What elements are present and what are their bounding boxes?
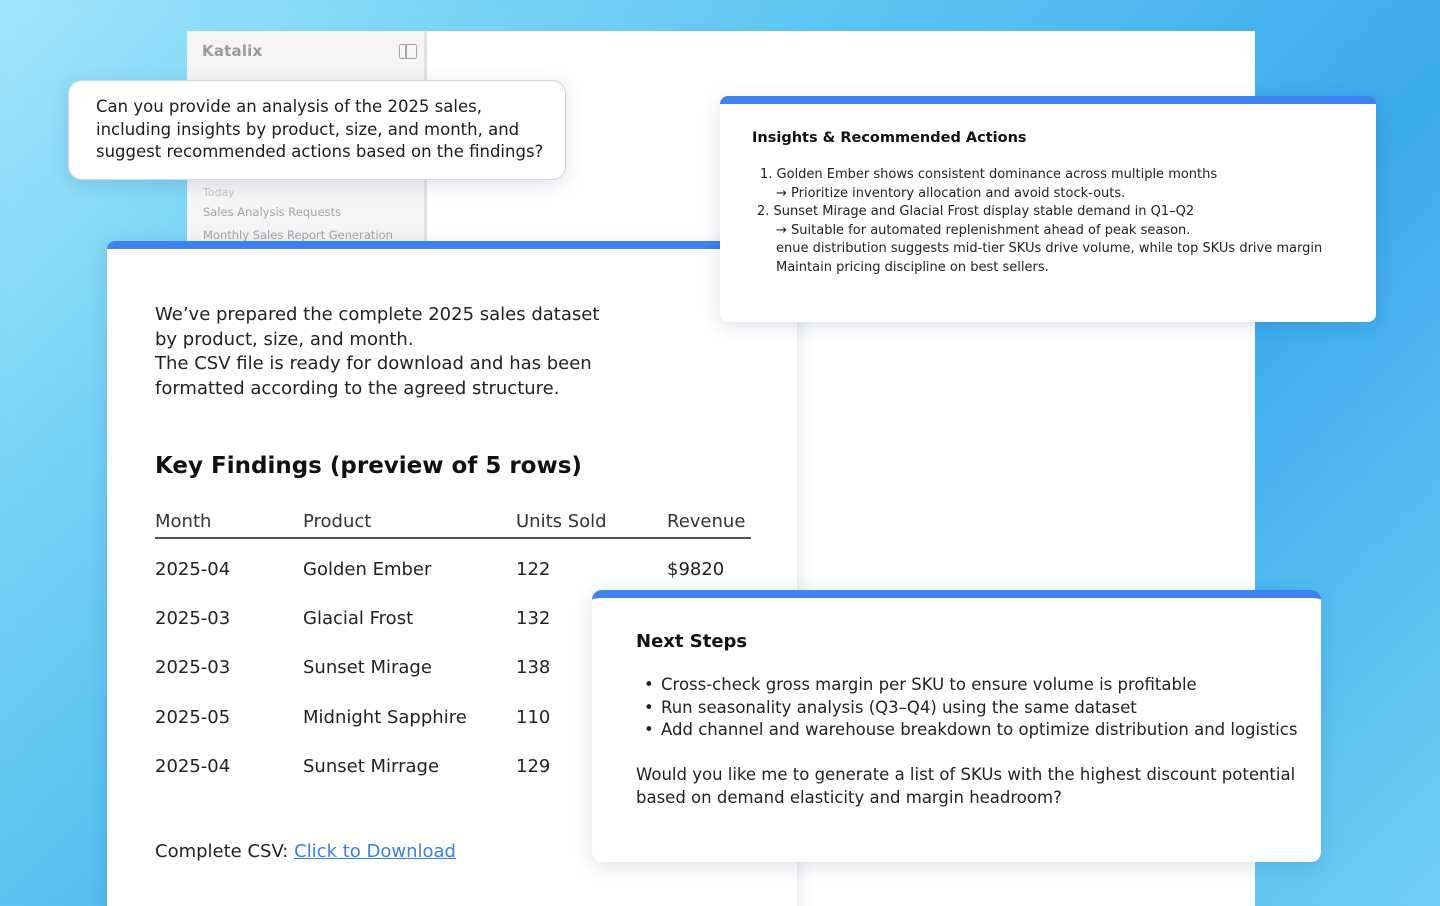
cell-product: Sunset Mirrage xyxy=(303,756,440,777)
list-item: Add channel and warehouse breakdown to o… xyxy=(636,719,1321,742)
cell-units: 129 xyxy=(516,756,551,777)
download-line: Complete CSV: Click to Download xyxy=(155,841,456,862)
header-revenue: Revenue xyxy=(667,510,746,532)
cell-units: 132 xyxy=(516,608,551,630)
prompt-line: Can you provide an analysis of the 2025 … xyxy=(96,97,482,116)
intro-line: The CSV file is ready for download and h… xyxy=(155,353,592,375)
question-line: Would you like me to generate a list of … xyxy=(636,765,1296,785)
cell-product: Golden Ember xyxy=(303,558,432,580)
cell-units: 122 xyxy=(516,558,551,580)
user-prompt-bubble: Can you provide an analysis of the 2025 … xyxy=(68,80,566,180)
response-intro: We’ve prepared the complete 2025 sales d… xyxy=(155,303,797,402)
cell-product: Sunset Mirage xyxy=(303,657,432,679)
insights-card: Insights & Recommended Actions 1. Golden… xyxy=(720,96,1376,322)
cell-product: Glacial Frost xyxy=(303,608,414,630)
next-steps-card: Next Steps Cross-check gross margin per … xyxy=(592,590,1321,862)
brand-logo: Katalix xyxy=(202,42,263,60)
download-label: Complete CSV: xyxy=(155,841,295,862)
findings-title: Key Findings (preview of 5 rows) xyxy=(155,452,582,479)
history-group-label: Today xyxy=(203,186,235,199)
history-item-sales-analysis[interactable]: Sales Analysis Requests xyxy=(203,205,341,219)
prompt-line: including insights by product, size, and… xyxy=(96,119,520,139)
cell-month: 2025-05 xyxy=(155,706,231,728)
header-month: Month xyxy=(155,510,212,532)
insight-item: 1. Golden Ember shows consistent dominan… xyxy=(760,167,1218,182)
cell-month: 2025-03 xyxy=(155,657,231,679)
insight-item: 2. Sunset Mirage and Glacial Frost displ… xyxy=(757,204,1195,219)
cell-month: 2025-04 xyxy=(155,756,231,777)
intro-line: by product, size, and month. xyxy=(155,328,414,350)
cell-units: 138 xyxy=(516,657,551,679)
insights-list: 1. Golden Ember shows consistent dominan… xyxy=(752,166,1376,277)
next-steps-title: Next Steps xyxy=(636,631,748,652)
follow-up-question: Would you like me to generate a list of … xyxy=(636,764,1321,809)
header-units-sold: Units Sold xyxy=(516,510,607,532)
insight-item: enue distribution suggests mid-tier SKUs… xyxy=(776,241,1323,256)
cell-month: 2025-04 xyxy=(155,558,231,580)
question-line: based on demand elasticity and margin he… xyxy=(636,787,1062,807)
next-steps-list: Cross-check gross margin per SKU to ensu… xyxy=(636,674,1321,742)
cell-units: 110 xyxy=(516,706,551,728)
header-product: Product xyxy=(303,510,372,532)
sidebar-toggle-icon[interactable] xyxy=(399,44,417,59)
table-header: Month Product Units Sold Revenue xyxy=(155,503,751,539)
insight-action: Maintain pricing discipline on best sell… xyxy=(776,259,1049,275)
list-item: Run seasonality analysis (Q3–Q4) using t… xyxy=(636,697,1321,720)
history-item-monthly-report[interactable]: Monthly Sales Report Generation xyxy=(203,228,393,242)
download-link[interactable]: Click to Download xyxy=(294,841,456,862)
cell-product: Midnight Sapphire xyxy=(303,706,467,728)
intro-line: We’ve prepared the complete 2025 sales d… xyxy=(155,304,600,325)
intro-line: formatted according to the agreed struct… xyxy=(155,378,560,400)
insights-title: Insights & Recommended Actions xyxy=(752,130,1027,146)
cell-month: 2025-03 xyxy=(155,608,231,630)
table-row: 2025-04 Golden Ember 122 $9820 xyxy=(155,539,751,588)
list-item: Cross-check gross margin per SKU to ensu… xyxy=(636,674,1321,697)
insight-action: → Suitable for automated replenishment a… xyxy=(776,222,1191,238)
insight-action: → Prioritize inventory allocation and av… xyxy=(776,185,1126,201)
cell-revenue: $9820 xyxy=(667,558,725,580)
prompt-line: suggest recommended actions based on the… xyxy=(96,142,544,161)
